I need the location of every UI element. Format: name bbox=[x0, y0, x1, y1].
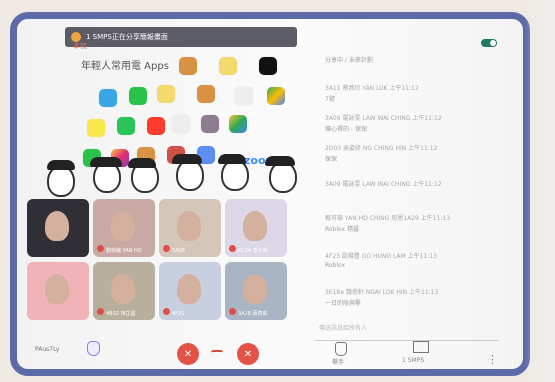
drive-icon bbox=[229, 115, 247, 133]
line-icon bbox=[129, 87, 147, 105]
participant-figure bbox=[45, 211, 69, 241]
participant-label: 3A18 蔡燕莉 bbox=[229, 308, 268, 317]
video-tile[interactable]: 4F21 bbox=[159, 262, 221, 320]
muted-dot-icon bbox=[229, 245, 236, 252]
camera-off-icon[interactable]: ✕ bbox=[237, 343, 259, 365]
doodle-hair-6 bbox=[265, 156, 295, 166]
mic-off-icon[interactable]: ✕ bbox=[177, 343, 199, 365]
video-tile[interactable]: 4C24 李子晴 bbox=[225, 199, 287, 257]
chat-panel: 分享中 / 未來計劃 3A11 蔡燕玲 YAN LUK 上午11:12 7號 3… bbox=[307, 35, 512, 349]
game-icon bbox=[197, 85, 215, 103]
video-tile[interactable] bbox=[27, 262, 89, 320]
video-grid: 劉柏綸 YAN HO 3A08 4C24 李子晴 4B02 林芷盈 4F21 3… bbox=[27, 199, 295, 329]
star-icon bbox=[201, 115, 219, 133]
doodle-hair-2 bbox=[90, 157, 122, 167]
school-logo-text: 本校 bbox=[73, 42, 87, 50]
video-tile[interactable]: 4B02 林芷盈 bbox=[93, 262, 155, 320]
screen-content: 1 SMPS正在分享簡報畫面 本校 年輕人常用電 Apps zoom 劉柏綸 Y… bbox=[17, 19, 523, 369]
face-icon bbox=[157, 85, 175, 103]
participant-figure bbox=[177, 211, 201, 241]
participant-label: 4B02 林芷盈 bbox=[97, 308, 136, 317]
muted-dot-icon bbox=[229, 308, 236, 315]
snapchat-icon bbox=[87, 119, 105, 137]
participant-label: 3A08 bbox=[163, 245, 185, 254]
maps-icon bbox=[267, 87, 285, 105]
video-tile[interactable]: 劉柏綸 YAN HO bbox=[93, 199, 155, 257]
doodle-hair-1 bbox=[47, 160, 75, 170]
muted-dot-icon bbox=[163, 308, 170, 315]
right-photo-edge bbox=[525, 0, 555, 382]
raise-hand-label: 舉手 bbox=[332, 359, 345, 366]
mail-icon bbox=[172, 115, 190, 133]
doodle-hair-4 bbox=[172, 154, 202, 164]
doodle-hair-3 bbox=[128, 158, 156, 168]
chat-message: 2D03 吳姿妍 NG CHING HIN 上午11:12 保保 bbox=[325, 145, 438, 163]
participant-figure bbox=[177, 274, 201, 304]
participant-label: 4C24 李子晴 bbox=[229, 245, 268, 254]
chat-message: 甄可瑜 YAN HO CHING 周恩1A29 上午11:13 Roblox 精… bbox=[325, 215, 451, 233]
participant-figure bbox=[243, 211, 267, 241]
present-icon[interactable] bbox=[413, 341, 429, 353]
chat-message: 3E18a 魏睿軒 NGAI LOK HIN 上午11:13 一日的陰與擊 bbox=[325, 289, 439, 307]
video-tile[interactable] bbox=[27, 199, 89, 257]
participant-label: 劉柏綸 YAN HO bbox=[97, 245, 142, 254]
projector-screen: 1 SMPS正在分享簡報畫面 本校 年輕人常用電 Apps zoom 劉柏綸 Y… bbox=[10, 12, 530, 376]
shield-icon[interactable] bbox=[87, 341, 100, 356]
sharing-title: 1 SMPS正在分享簡報畫面 bbox=[86, 33, 168, 41]
whatsapp-icon bbox=[117, 117, 135, 135]
muted-dot-icon bbox=[97, 308, 104, 315]
participant-figure bbox=[111, 211, 135, 241]
raise-hand-icon[interactable] bbox=[335, 342, 347, 356]
chat-message: 3A11 蔡燕玲 YAN LUK 上午11:12 7號 bbox=[325, 85, 419, 103]
phone-icon[interactable] bbox=[211, 350, 223, 355]
video-tile[interactable]: 3A08 bbox=[159, 199, 221, 257]
meeting-code: PAus7Ly bbox=[35, 346, 60, 353]
muted-dot-icon bbox=[97, 245, 104, 252]
muted-dot-icon bbox=[163, 245, 170, 252]
more-options-icon[interactable]: ⋮ bbox=[487, 353, 498, 366]
participant-figure bbox=[45, 274, 69, 304]
chat-message: 分享中 / 未來計劃 bbox=[325, 57, 373, 64]
participant-figure bbox=[243, 274, 267, 304]
chat-message: 3A09 羅詠雯 LAW WAI CHING 上午11:12 傳心得的 - 保保 bbox=[325, 115, 442, 133]
participant-figure bbox=[111, 274, 135, 304]
cloud-icon bbox=[235, 87, 253, 105]
tiktok-icon bbox=[259, 57, 277, 75]
chat-message: 4F23 歐陽豐 GO HUNG LAM 上午11:13 Roblox bbox=[325, 253, 437, 269]
meeting-controls: ✕ ✕ bbox=[177, 339, 297, 369]
chat-message: 3A09 羅詠雯 LAW WAI CHING 上午11:12 bbox=[325, 181, 442, 188]
youtube-icon bbox=[147, 117, 165, 135]
present-label: 1 SMPS bbox=[402, 357, 425, 364]
telegram-icon bbox=[99, 89, 117, 107]
doodle-hair-5 bbox=[218, 154, 246, 164]
participant-label: 4F21 bbox=[163, 308, 184, 317]
video-tile[interactable]: 3A18 蔡燕莉 bbox=[225, 262, 287, 320]
sharing-bar: 1 SMPS正在分享簡報畫面 bbox=[65, 27, 297, 47]
pokemon-icon bbox=[179, 57, 197, 75]
chat-input[interactable]: 傳送訊息給所有人 bbox=[315, 323, 499, 341]
avatar-icon bbox=[219, 57, 237, 75]
